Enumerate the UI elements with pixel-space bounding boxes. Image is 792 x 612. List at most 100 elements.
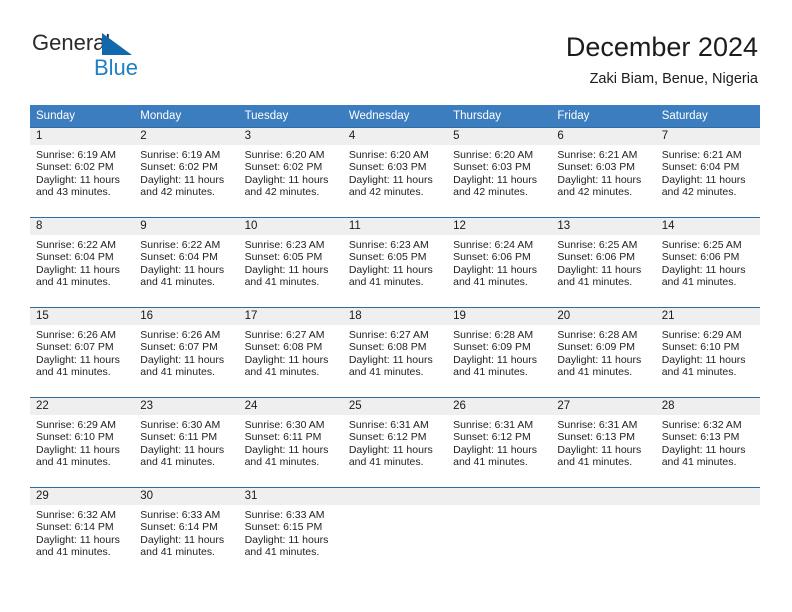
calendar-day-cell[interactable]: 3 Sunrise: 6:20 AM Sunset: 6:02 PM Daylight… bbox=[238, 127, 343, 217]
day-details: Sunrise: 6:22 AM Sunset: 6:04 PM Daylight:… bbox=[134, 235, 238, 289]
day-number: 10 bbox=[238, 218, 343, 235]
sunrise-text: Sunrise: 6:20 AM bbox=[348, 149, 429, 161]
sunrise-text: Sunrise: 6:28 AM bbox=[557, 329, 638, 341]
calendar-cell: 16 Sunrise: 6:26 AM Sunset: 6:07 PM Dayligh… bbox=[134, 307, 239, 397]
weekday-header-saturday: Saturday bbox=[655, 105, 760, 127]
calendar-header-row: Sunday Monday Tuesday Wednesday Thursday… bbox=[30, 105, 760, 127]
calendar-day-cell[interactable]: 24 Sunrise: 6:30 AM Sunset: 6:11 PM Dayligh… bbox=[238, 397, 343, 487]
calendar-day-cell[interactable]: 30 Sunrise: 6:33 AM Sunset: 6:14 PM Dayligh… bbox=[134, 487, 239, 577]
sunrise-text: Sunrise: 6:32 AM bbox=[36, 509, 116, 521]
sunset-text: Sunset: 6:08 PM bbox=[348, 341, 427, 354]
day-details: Sunrise: 6:31 AM Sunset: 6:13 PM Daylight:… bbox=[551, 415, 655, 469]
calendar-day-cell-empty bbox=[655, 487, 760, 577]
calendar-cell: 22 Sunrise: 6:29 AM Sunset: 6:10 PM Dayligh… bbox=[30, 397, 135, 487]
calendar-cell: 10 Sunrise: 6:23 AM Sunset: 6:05 PM Dayligh… bbox=[238, 217, 343, 307]
day-number: 21 bbox=[655, 308, 760, 325]
daylight-text: Daylight: 11 hours and 41 minutes. bbox=[36, 443, 120, 469]
day-number: 23 bbox=[134, 398, 239, 415]
sunrise-text: Sunrise: 6:22 AM bbox=[140, 239, 221, 251]
calendar-cell: 31 Sunrise: 6:33 AM Sunset: 6:15 PM Dayligh… bbox=[238, 487, 343, 577]
day-number: 2 bbox=[134, 128, 239, 145]
calendar-day-cell[interactable]: 29 Sunrise: 6:32 AM Sunset: 6:14 PM Dayligh… bbox=[30, 487, 135, 577]
day-number: 4 bbox=[342, 128, 448, 145]
day-details: Sunrise: 6:23 AM Sunset: 6:05 PM Daylight:… bbox=[239, 235, 343, 289]
daylight-text: Daylight: 11 hours and 41 minutes. bbox=[661, 263, 746, 289]
calendar-day-cell[interactable]: 15 Sunrise: 6:26 AM Sunset: 6:07 PM Dayligh… bbox=[30, 307, 135, 397]
sunset-text: Sunset: 6:08 PM bbox=[244, 341, 323, 354]
calendar-day-cell[interactable]: 22 Sunrise: 6:29 AM Sunset: 6:10 PM Dayligh… bbox=[30, 397, 135, 487]
calendar-day-cell[interactable]: 28 Sunrise: 6:32 AM Sunset: 6:13 PM Dayligh… bbox=[655, 397, 760, 487]
calendar-day-cell[interactable]: 13 Sunrise: 6:25 AM Sunset: 6:06 PM Dayligh… bbox=[551, 217, 656, 307]
day-details: Sunrise: 6:33 AM Sunset: 6:15 PM Daylight:… bbox=[239, 505, 343, 559]
daylight-text: Daylight: 11 hours and 41 minutes. bbox=[661, 443, 746, 469]
sunrise-text: Sunrise: 6:19 AM bbox=[140, 149, 221, 161]
calendar-day-cell[interactable]: 7 Sunrise: 6:21 AM Sunset: 6:04 PM Daylight… bbox=[655, 127, 760, 217]
calendar-day-cell[interactable]: 1 Sunrise: 6:19 AM Sunset: 6:02 PM Daylight… bbox=[30, 127, 135, 217]
daylight-text: Daylight: 11 hours and 42 minutes. bbox=[557, 173, 642, 199]
brand-row-top: General bbox=[32, 30, 292, 56]
triangle-flag-icon bbox=[102, 33, 132, 55]
day-number: 27 bbox=[551, 398, 656, 415]
calendar-day-cell-empty bbox=[447, 487, 552, 577]
calendar-day-cell[interactable]: 9 Sunrise: 6:22 AM Sunset: 6:04 PM Daylight… bbox=[134, 217, 239, 307]
day-details: Sunrise: 6:27 AM Sunset: 6:08 PM Daylight:… bbox=[239, 325, 343, 379]
calendar-day-cell[interactable]: 16 Sunrise: 6:26 AM Sunset: 6:07 PM Dayligh… bbox=[134, 307, 239, 397]
calendar-table: Sunday Monday Tuesday Wednesday Thursday… bbox=[30, 105, 760, 577]
calendar-cell: 19 Sunrise: 6:28 AM Sunset: 6:09 PM Dayligh… bbox=[447, 307, 552, 397]
calendar-cell: 8 Sunrise: 6:22 AM Sunset: 6:04 PM Daylight… bbox=[30, 217, 135, 307]
calendar-cell: 21 Sunrise: 6:29 AM Sunset: 6:10 PM Dayligh… bbox=[655, 307, 760, 397]
day-number bbox=[447, 488, 552, 505]
calendar-day-cell[interactable]: 17 Sunrise: 6:27 AM Sunset: 6:08 PM Dayligh… bbox=[238, 307, 343, 397]
weekday-header-thursday: Thursday bbox=[447, 105, 552, 127]
sunrise-text: Sunrise: 6:25 AM bbox=[661, 239, 742, 251]
calendar-day-cell[interactable]: 18 Sunrise: 6:27 AM Sunset: 6:08 PM Dayligh… bbox=[342, 307, 448, 397]
brand-logo[interactable]: General Blue bbox=[32, 30, 292, 88]
calendar-day-cell[interactable]: 31 Sunrise: 6:33 AM Sunset: 6:15 PM Dayligh… bbox=[238, 487, 343, 577]
day-number: 14 bbox=[655, 218, 760, 235]
calendar-day-cell[interactable]: 23 Sunrise: 6:30 AM Sunset: 6:11 PM Dayligh… bbox=[134, 397, 239, 487]
day-details: Sunrise: 6:30 AM Sunset: 6:11 PM Daylight:… bbox=[134, 415, 238, 469]
calendar-day-cell[interactable]: 4 Sunrise: 6:20 AM Sunset: 6:03 PM Daylight… bbox=[342, 127, 448, 217]
calendar-day-cell[interactable]: 20 Sunrise: 6:28 AM Sunset: 6:09 PM Dayligh… bbox=[551, 307, 656, 397]
calendar-day-cell[interactable]: 10 Sunrise: 6:23 AM Sunset: 6:05 PM Dayligh… bbox=[238, 217, 343, 307]
calendar-cell: 2 Sunrise: 6:19 AM Sunset: 6:02 PM Daylight… bbox=[134, 127, 239, 217]
daylight-text: Daylight: 11 hours and 42 minutes. bbox=[453, 173, 537, 199]
sunset-text: Sunset: 6:06 PM bbox=[661, 251, 740, 264]
calendar-day-cell[interactable]: 27 Sunrise: 6:31 AM Sunset: 6:13 PM Dayligh… bbox=[551, 397, 656, 487]
calendar-day-cell[interactable]: 21 Sunrise: 6:29 AM Sunset: 6:10 PM Dayligh… bbox=[655, 307, 760, 397]
daylight-text: Daylight: 11 hours and 41 minutes. bbox=[557, 263, 642, 289]
weekday-header-monday: Monday bbox=[134, 105, 239, 127]
calendar-day-cell[interactable]: 25 Sunrise: 6:31 AM Sunset: 6:12 PM Dayligh… bbox=[342, 397, 448, 487]
sunset-text: Sunset: 6:13 PM bbox=[661, 431, 740, 444]
calendar-body: 1 Sunrise: 6:19 AM Sunset: 6:02 PM Daylight… bbox=[30, 127, 760, 577]
calendar-cell: 6 Sunrise: 6:21 AM Sunset: 6:03 PM Daylight… bbox=[551, 127, 656, 217]
day-number: 7 bbox=[655, 128, 760, 145]
calendar-cell: 26 Sunrise: 6:31 AM Sunset: 6:12 PM Dayligh… bbox=[447, 397, 552, 487]
calendar-day-cell[interactable]: 11 Sunrise: 6:23 AM Sunset: 6:05 PM Dayligh… bbox=[342, 217, 448, 307]
calendar-cell: 9 Sunrise: 6:22 AM Sunset: 6:04 PM Daylight… bbox=[134, 217, 239, 307]
calendar-week-row: 29 Sunrise: 6:32 AM Sunset: 6:14 PM Dayligh… bbox=[30, 487, 760, 577]
calendar-day-cell[interactable]: 14 Sunrise: 6:25 AM Sunset: 6:06 PM Dayligh… bbox=[655, 217, 760, 307]
calendar-day-cell[interactable]: 2 Sunrise: 6:19 AM Sunset: 6:02 PM Daylight… bbox=[134, 127, 239, 217]
day-details: Sunrise: 6:25 AM Sunset: 6:06 PM Daylight:… bbox=[656, 235, 760, 289]
calendar-day-cell[interactable]: 6 Sunrise: 6:21 AM Sunset: 6:03 PM Daylight… bbox=[551, 127, 656, 217]
day-details: Sunrise: 6:23 AM Sunset: 6:05 PM Daylight:… bbox=[343, 235, 447, 289]
calendar-day-cell[interactable]: 12 Sunrise: 6:24 AM Sunset: 6:06 PM Dayligh… bbox=[447, 217, 552, 307]
day-details: Sunrise: 6:19 AM Sunset: 6:02 PM Daylight:… bbox=[30, 145, 134, 199]
sunset-text: Sunset: 6:04 PM bbox=[36, 251, 114, 264]
day-number bbox=[342, 488, 448, 505]
day-details: Sunrise: 6:24 AM Sunset: 6:06 PM Daylight:… bbox=[447, 235, 551, 289]
calendar-day-cell[interactable]: 5 Sunrise: 6:20 AM Sunset: 6:03 PM Daylight… bbox=[447, 127, 552, 217]
sunset-text: Sunset: 6:09 PM bbox=[557, 341, 636, 354]
brand-name-general: General bbox=[32, 30, 111, 55]
calendar-cell bbox=[447, 487, 552, 577]
sunset-text: Sunset: 6:07 PM bbox=[36, 341, 114, 354]
page-subtitle: Zaki Biam, Benue, Nigeria bbox=[589, 71, 758, 87]
sunrise-text: Sunrise: 6:32 AM bbox=[661, 419, 742, 431]
calendar-week-row: 1 Sunrise: 6:19 AM Sunset: 6:02 PM Daylight… bbox=[30, 127, 760, 217]
calendar-day-cell[interactable]: 8 Sunrise: 6:22 AM Sunset: 6:04 PM Daylight… bbox=[30, 217, 135, 307]
daylight-text: Daylight: 11 hours and 42 minutes. bbox=[661, 173, 746, 199]
calendar-day-cell[interactable]: 19 Sunrise: 6:28 AM Sunset: 6:09 PM Dayligh… bbox=[447, 307, 552, 397]
day-details: Sunrise: 6:28 AM Sunset: 6:09 PM Daylight:… bbox=[447, 325, 551, 379]
calendar-day-cell[interactable]: 26 Sunrise: 6:31 AM Sunset: 6:12 PM Dayligh… bbox=[447, 397, 552, 487]
